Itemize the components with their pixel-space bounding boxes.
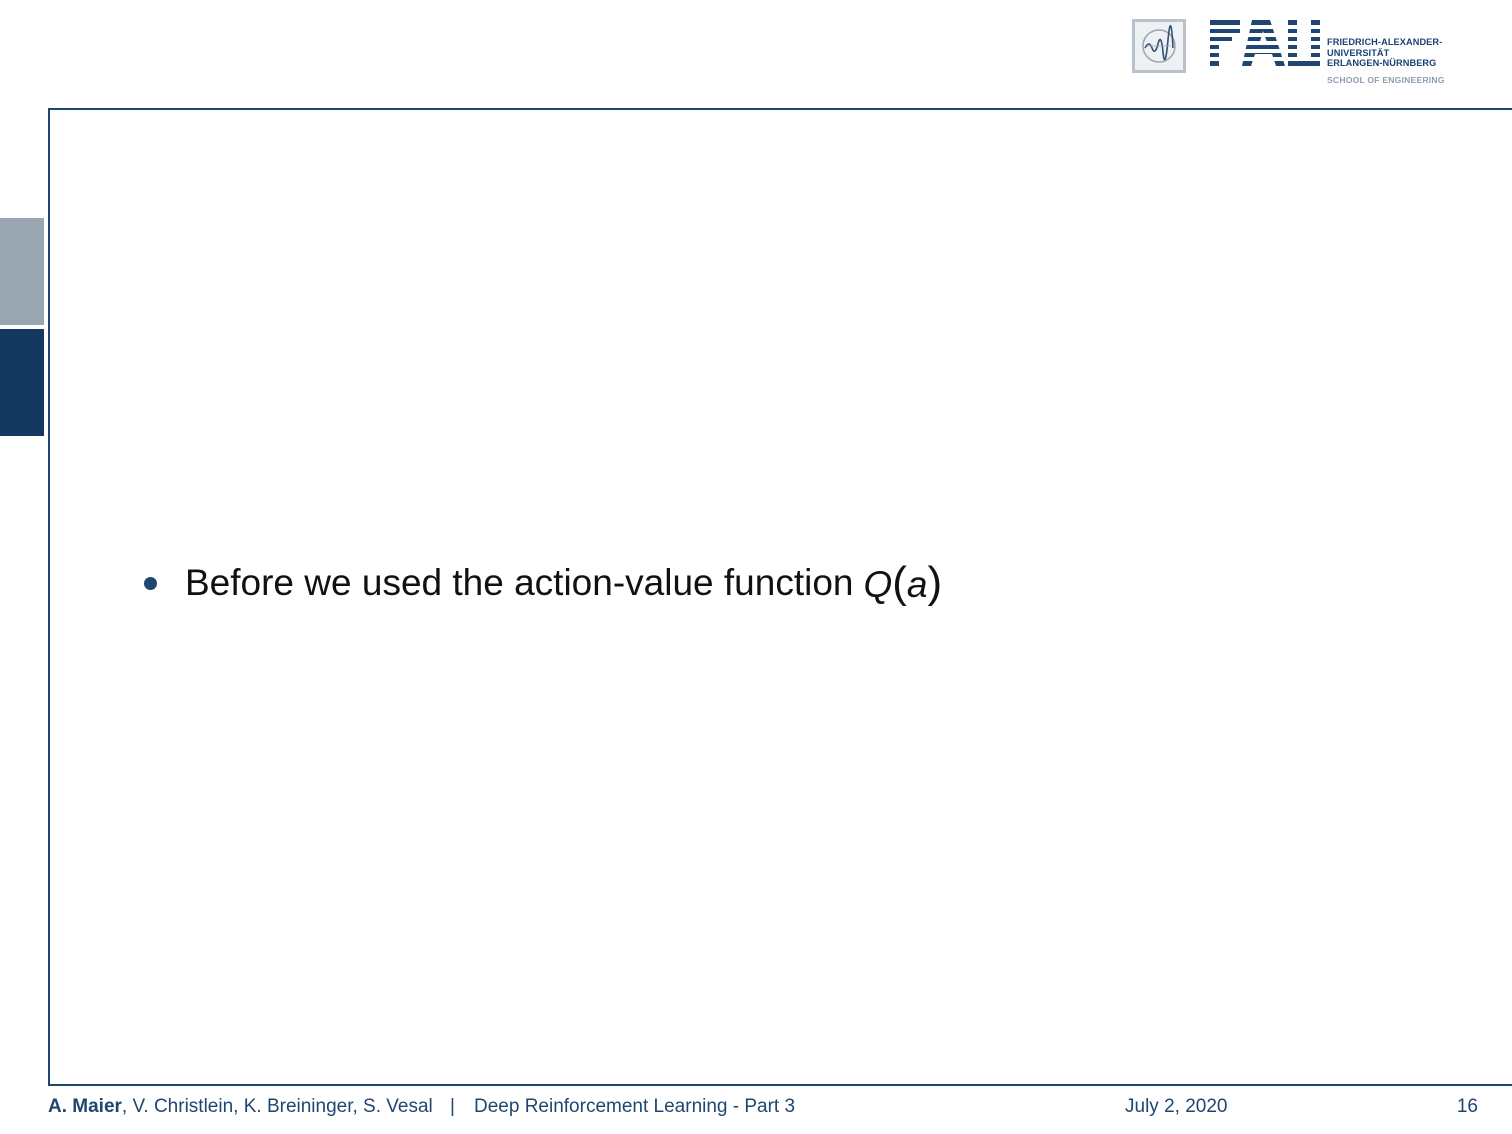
faculty-seal-icon <box>1132 19 1186 73</box>
university-line-2: UNIVERSITÄT <box>1327 47 1390 58</box>
university-name: FRIEDRICH-ALEXANDER- UNIVERSITÄT ERLANGE… <box>1327 37 1442 69</box>
university-line-1: FRIEDRICH-ALEXANDER- <box>1327 37 1443 47</box>
footer-talk-title: Deep Reinforcement Learning - Part 3 <box>474 1096 796 1117</box>
footer-separator: | <box>450 1096 455 1117</box>
math-argument: a <box>906 564 928 605</box>
other-authors: , V. Christlein, K. Breininger, S. Vesal <box>121 1096 433 1117</box>
section-tab-current <box>0 329 44 436</box>
section-tab-previous <box>0 218 44 325</box>
footer-date: July 2, 2020 <box>1125 1096 1228 1117</box>
math-symbol: Q <box>863 564 893 605</box>
bullet-text: Before we used the action-value function <box>185 562 854 603</box>
page-number: 16 <box>1456 1096 1478 1117</box>
bullet-icon <box>144 576 157 590</box>
bullet-item: Before we used the action-value function… <box>144 558 942 608</box>
university-line-3: ERLANGEN-NÜRNBERG <box>1327 58 1437 68</box>
footer-authors: A. Maier, V. Christlein, K. Breininger, … <box>48 1096 433 1118</box>
logo-area: FRIEDRICH-ALEXANDER- UNIVERSITÄT ERLANGE… <box>1132 18 1462 90</box>
math-open-paren: ( <box>892 558 907 607</box>
math-expression: Q(a) <box>863 558 942 608</box>
school-name: SCHOOL OF ENGINEERING <box>1327 75 1445 85</box>
math-close-paren: ) <box>927 558 943 607</box>
footer: A. Maier, V. Christlein, K. Breininger, … <box>48 1096 1488 1120</box>
lead-author: A. Maier <box>48 1096 122 1117</box>
fau-logo <box>1210 20 1320 66</box>
